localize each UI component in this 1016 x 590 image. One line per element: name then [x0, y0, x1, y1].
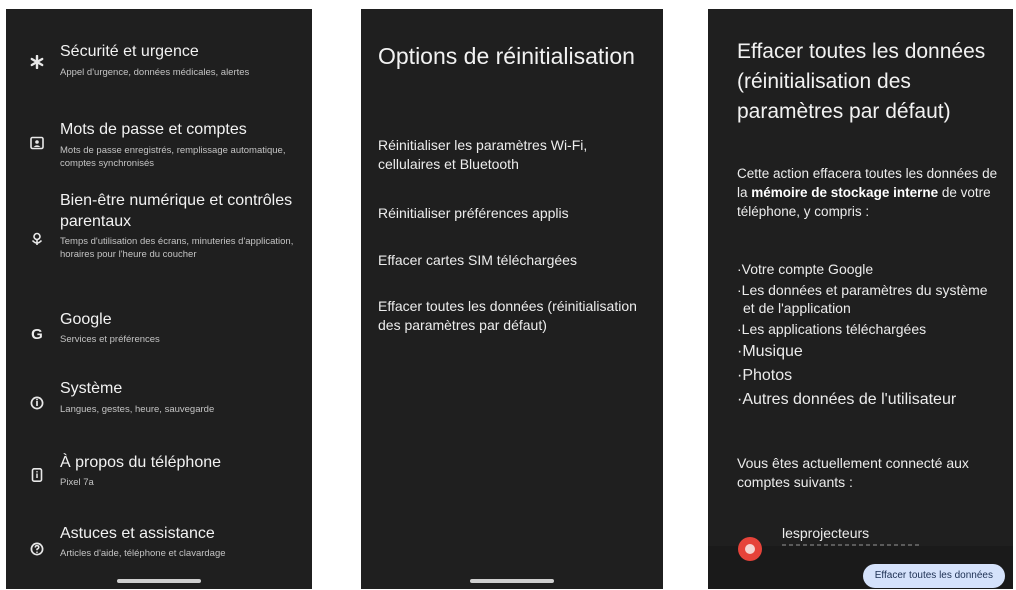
list-item: Les applications téléchargées	[737, 320, 1001, 338]
settings-item-subtitle: Services et préférences	[60, 334, 160, 345]
accounts-notice: Vous êtes actuellement connecté aux comp…	[737, 455, 969, 490]
google-icon: G	[31, 325, 43, 343]
settings-item-subtitle: Temps d'utilisation des écrans, minuteri…	[60, 236, 294, 260]
settings-item-about-phone[interactable]: À propos du téléphone Pixel 7a	[6, 444, 312, 519]
erase-all-data-screen: Effacer toutes les don­nées (réinitialis…	[708, 9, 1013, 589]
erase-all-data-button[interactable]: Effacer toutes les données	[862, 564, 1005, 588]
account-box-icon	[30, 136, 44, 150]
factory-reset-option[interactable]: Effacer toutes les données (réinitialisa…	[378, 297, 645, 335]
page-title: Effacer toutes les don­nées (réinitialis…	[737, 40, 986, 123]
settings-screen: Sécurité et urgence Appel d'urgence, don…	[6, 9, 312, 589]
gesture-nav-bar[interactable]	[117, 579, 201, 583]
settings-item-security[interactable]: Sécurité et urgence Appel d'urgence, don…	[6, 9, 312, 99]
settings-item-title: Bien-être numérique et contrôles parenta…	[60, 192, 293, 230]
page-title: Options de réinitialisation	[378, 43, 635, 69]
wellbeing-icon	[30, 232, 44, 246]
settings-item-title: Google	[60, 311, 112, 328]
settings-item-system[interactable]: Système Langues, gestes, heure, sauvegar…	[6, 369, 312, 444]
list-item: Les données et paramètres du système et …	[737, 281, 1001, 317]
settings-item-subtitle: Langues, gestes, heure, sauvegarde	[60, 404, 215, 415]
settings-item-subtitle: Appel d'urgence, données médicales, aler…	[60, 67, 250, 78]
list-item: Autres données de l'utilisateur	[737, 389, 1001, 410]
settings-item-title: À propos du téléphone	[60, 454, 222, 471]
gesture-nav-bar[interactable]	[470, 579, 554, 583]
erase-description: Cette action effacera toutes les données…	[737, 164, 999, 221]
list-item: Musique	[737, 341, 1001, 362]
settings-item-title: Sécurité et urgence	[60, 43, 199, 60]
settings-item-passwords[interactable]: Mots de passe et comptes Mots de passe e…	[6, 99, 312, 179]
settings-item-digital-wellbeing[interactable]: Bien-être numérique et contrôles parenta…	[6, 179, 312, 299]
avatar	[738, 537, 762, 561]
list-item: Votre compte Google	[737, 260, 1001, 278]
reset-wifi-option[interactable]: Réinitialiser les paramètres Wi-Fi, cell…	[378, 136, 645, 174]
settings-item-help[interactable]: Astuces et assistance Articles d'aide, t…	[6, 519, 312, 579]
list-item: Photos	[737, 365, 1001, 386]
settings-item-google[interactable]: G Google Services et préférences	[6, 299, 312, 369]
erased-items-list: Votre compte Google Les données et param…	[737, 260, 1001, 413]
asterisk-icon	[30, 55, 44, 69]
help-circle-icon	[30, 542, 44, 556]
settings-item-subtitle: Articles d'aide, téléphone et clavardage	[60, 548, 226, 559]
reset-options-screen: Options de réinitialisation Réinitialise…	[361, 9, 663, 589]
info-circle-icon	[30, 396, 44, 410]
erase-esims-option[interactable]: Effacer cartes SIM téléchargées	[378, 251, 645, 270]
settings-item-title: Système	[60, 380, 123, 397]
account-name: lesprojecteurs	[782, 525, 870, 541]
reset-app-preferences-option[interactable]: Réinitialiser préférences applis	[378, 204, 645, 223]
phone-info-icon	[30, 468, 44, 482]
settings-item-title: Mots de passe et comptes	[60, 121, 247, 138]
settings-item-title: Astuces et assistance	[60, 525, 215, 542]
erase-description-bold: mémoire de stockage interne	[751, 185, 939, 200]
settings-item-subtitle: Pixel 7a	[60, 477, 94, 488]
settings-item-subtitle: Mots de passe enregistrés, remplissage a…	[60, 145, 286, 169]
